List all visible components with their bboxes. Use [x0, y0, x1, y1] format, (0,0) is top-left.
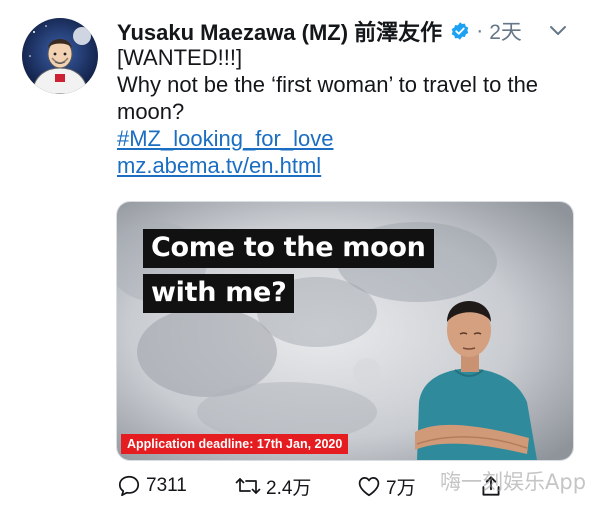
reply-button[interactable]: 7311: [116, 470, 187, 502]
like-button[interactable]: 7万: [356, 470, 416, 502]
url-link[interactable]: mz.abema.tv/en.html: [117, 152, 589, 179]
retweet-count: 2.4万: [266, 477, 312, 499]
tweet-line: Why not be the ‘first woman’ to travel t…: [117, 72, 539, 97]
verified-icon: [450, 21, 470, 41]
media-headline-line-2: with me?: [143, 274, 295, 313]
tweet-line: [WANTED!!!]: [117, 45, 243, 70]
retweet-icon: [235, 478, 261, 494]
watermark-text: 嗨一刻娱乐App: [440, 470, 587, 494]
tweet-media-image[interactable]: Come to the moon with me? Application de…: [116, 201, 574, 461]
reply-count: 7311: [146, 475, 187, 496]
display-name[interactable]: Yusaku Maezawa (MZ) 前澤友作: [117, 15, 442, 47]
tweet-line: moon?: [117, 99, 185, 124]
chevron-down-icon[interactable]: [547, 19, 569, 41]
tweet-text: [WANTED!!!] Why not be the ‘first woman’…: [117, 44, 589, 179]
avatar[interactable]: [22, 18, 98, 94]
media-headline-line-1: Come to the moon: [143, 229, 434, 268]
like-icon: [358, 477, 380, 497]
separator: ·: [476, 19, 484, 42]
reply-icon: [118, 475, 140, 497]
hashtag-link[interactable]: #MZ_looking_for_love: [117, 125, 589, 152]
timestamp[interactable]: 2天: [489, 16, 522, 46]
retweet-button[interactable]: 2.4万: [234, 470, 311, 502]
deadline-banner: Application deadline: 17th Jan, 2020: [121, 434, 349, 454]
like-count: 7万: [386, 477, 416, 499]
